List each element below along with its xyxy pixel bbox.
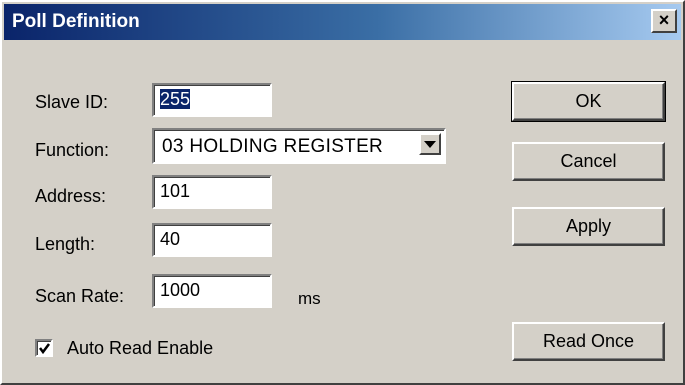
read-once-button[interactable]: Read Once xyxy=(512,322,665,361)
slave-id-label: Slave ID: xyxy=(35,92,109,112)
chevron-down-icon xyxy=(424,141,436,148)
length-value: 40 xyxy=(160,229,181,249)
auto-read-label[interactable]: Auto Read Enable xyxy=(67,338,213,359)
poll-definition-dialog: Poll Definition × Slave ID: 255 Function… xyxy=(0,0,685,385)
address-label: Address: xyxy=(35,186,107,206)
close-icon: × xyxy=(658,10,670,30)
scan-rate-unit: ms xyxy=(298,289,321,308)
length-label: Length: xyxy=(35,234,96,254)
function-dropdown-button[interactable] xyxy=(419,133,441,155)
title-bar[interactable]: Poll Definition × xyxy=(4,4,681,40)
function-value: 03 HOLDING REGISTER xyxy=(162,136,384,157)
auto-read-checkbox[interactable] xyxy=(35,339,53,357)
slave-id-input[interactable]: 255 xyxy=(152,83,272,117)
slave-id-value: 255 xyxy=(160,89,191,109)
function-label: Function: xyxy=(35,140,110,160)
check-icon xyxy=(39,343,50,355)
cancel-button[interactable]: Cancel xyxy=(512,142,665,181)
function-select[interactable]: 03 HOLDING REGISTER xyxy=(152,128,446,164)
window-title: Poll Definition xyxy=(12,11,140,32)
address-input[interactable]: 101 xyxy=(152,175,272,209)
scan-rate-input[interactable]: 1000 xyxy=(152,274,272,308)
address-value: 101 xyxy=(160,181,191,201)
scan-rate-label: Scan Rate: xyxy=(35,286,125,306)
length-input[interactable]: 40 xyxy=(152,223,272,257)
ok-button[interactable]: OK xyxy=(511,81,666,122)
close-button[interactable]: × xyxy=(651,9,677,33)
apply-button[interactable]: Apply xyxy=(512,207,665,246)
scan-rate-value: 1000 xyxy=(160,280,201,300)
